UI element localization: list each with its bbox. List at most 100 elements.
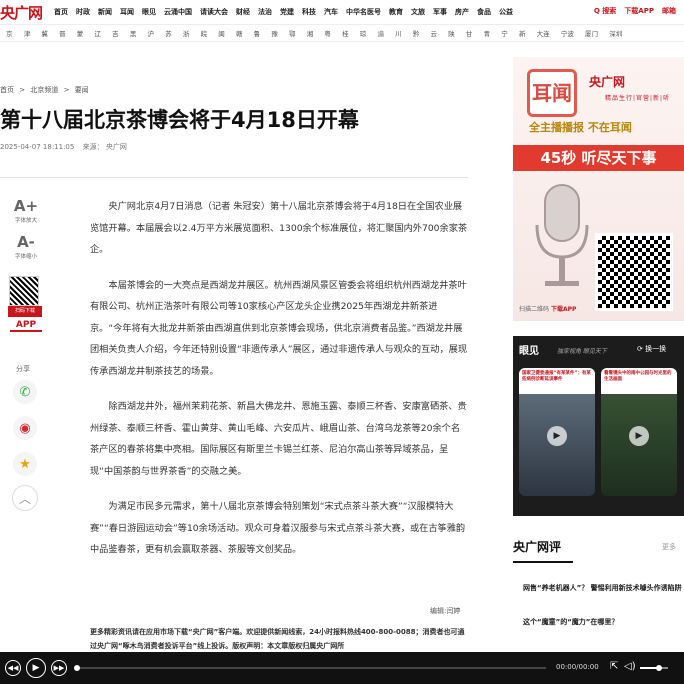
swap-button[interactable]: ⟳ 换一换 [637, 344, 666, 354]
nav-link[interactable]: 党建 [276, 7, 298, 17]
nav-link[interactable]: 请读大会 [196, 7, 232, 17]
region-link[interactable]: 厦门 [585, 28, 598, 38]
region-link[interactable]: 湘 [307, 28, 314, 38]
nav-link[interactable]: 房产 [451, 7, 473, 17]
nav-link[interactable]: 耳闻 [116, 7, 138, 17]
ad-brand-name: 央广网 [589, 75, 626, 89]
nav-link[interactable]: 食品 [473, 7, 495, 17]
region-link[interactable]: 宁 [501, 28, 508, 38]
nav-link[interactable]: 时政 [72, 7, 94, 17]
nav-link[interactable]: 眼见 [138, 7, 160, 17]
region-link[interactable]: 浙 [183, 28, 190, 38]
region-link[interactable]: 新 [519, 28, 526, 38]
region-link[interactable]: 深圳 [609, 28, 622, 38]
region-link[interactable]: 黑 [130, 28, 137, 38]
previous-icon[interactable]: ◀◀ [5, 660, 21, 676]
region-link[interactable]: 川 [395, 28, 402, 38]
region-bar: 京 津冀 晋 蒙辽 吉 黑 沪苏 浙 皖闽 赣 鲁豫 鄂 湘粤 桂 琼渝 川 黔 云陕 甘 青宁 新 大连 宁波 厦门 深圳 [0, 24, 684, 42]
font-increase-button[interactable]: A+ 字体放大 [10, 198, 42, 224]
region-link[interactable]: 甘 [466, 28, 473, 38]
region-link[interactable]: 晋 [59, 28, 66, 38]
nav-link[interactable]: 军事 [429, 7, 451, 17]
region-link[interactable]: 宁波 [561, 28, 574, 38]
video-card[interactable]: 看看镜头中的雨中公园与时光里的生活画面 ▶ [601, 368, 677, 496]
region-link[interactable]: 津 [24, 28, 31, 38]
region-link[interactable]: 豫 [271, 28, 278, 38]
breadcrumb-sep: > [19, 86, 26, 94]
search-link[interactable]: Q 搜索 [594, 6, 616, 16]
article-body: 央广网北京4月7日消息（记者 朱冠安）第十八届北京茶博会将于4月18日在全国农业… [90, 196, 468, 575]
nav-link[interactable]: 新闻 [94, 7, 116, 17]
commentary-more-link[interactable]: 更多 [662, 542, 676, 552]
region-link[interactable]: 苏 [165, 28, 172, 38]
progress-track[interactable] [74, 665, 546, 671]
region-link[interactable]: 桂 [342, 28, 349, 38]
commentary-item[interactable]: 这个“魔童”的“魔力”在哪里？ [523, 616, 683, 628]
breadcrumb-section[interactable]: 要闻 [75, 86, 89, 94]
microphone-icon [535, 184, 589, 286]
nav-link[interactable]: 中华名医号 [342, 7, 385, 17]
font-decrease-label: 字体缩小 [14, 254, 37, 260]
wechat-icon[interactable]: ✆ [13, 380, 37, 404]
download-app-link[interactable]: 下载APP [624, 6, 654, 16]
breadcrumb-home[interactable]: 首页 [0, 86, 14, 94]
nav-link[interactable]: 云涌中国 [160, 7, 196, 17]
region-link[interactable]: 粤 [324, 28, 331, 38]
share-icon[interactable]: ⇱ [610, 661, 618, 672]
volume-slider[interactable] [640, 665, 668, 671]
region-link[interactable]: 鄂 [289, 28, 296, 38]
volume-icon[interactable]: ◁) [624, 661, 636, 672]
nav-link[interactable]: 公益 [495, 7, 517, 17]
top-nav: 央广网 首页 时政 新闻 耳闻 眼见 云涌中国 请读大会 财经 法治 党建 科技 汽车 中华名医号 教育文… [0, 0, 684, 24]
region-link[interactable]: 赣 [236, 28, 243, 38]
region-link[interactable]: 琼 [360, 28, 367, 38]
audio-player-bar: ◀◀ ▶ ▶▶ 00:00/00:00 ⇱ ◁) [0, 652, 684, 684]
play-icon[interactable]: ▶ [26, 658, 46, 678]
progress-handle[interactable] [74, 665, 80, 671]
region-link[interactable]: 鲁 [254, 28, 261, 38]
region-link[interactable]: 蒙 [77, 28, 84, 38]
region-link[interactable]: 皖 [201, 28, 208, 38]
volume-handle[interactable] [656, 665, 662, 671]
next-icon[interactable]: ▶▶ [51, 660, 67, 676]
region-link[interactable]: 沪 [148, 28, 155, 38]
region-link[interactable]: 京 [6, 28, 13, 38]
nav-link[interactable]: 法治 [254, 7, 276, 17]
nav-link[interactable]: 财经 [232, 7, 254, 17]
region-link[interactable]: 闽 [218, 28, 225, 38]
qr-download-label[interactable]: 扫码下载 [8, 306, 42, 317]
region-link[interactable]: 辽 [94, 28, 101, 38]
region-link[interactable]: 青 [484, 28, 491, 38]
video-card[interactable]: 国家卫健委通报“有某某件”：有某些病例诊断延误事件 ▶ [519, 368, 595, 496]
nav-link[interactable]: 首页 [50, 7, 72, 17]
nav-link[interactable]: 文旅 [407, 7, 429, 17]
region-link[interactable]: 大连 [537, 28, 550, 38]
app-badge[interactable]: APP [10, 320, 42, 332]
region-link[interactable]: 黔 [413, 28, 420, 38]
region-link[interactable]: 渝 [377, 28, 384, 38]
region-link[interactable]: 云 [431, 28, 438, 38]
ad-brand-mark: 耳闻 [527, 69, 577, 117]
star-icon[interactable]: ★ [13, 452, 37, 476]
weibo-icon[interactable]: ◉ [13, 416, 37, 440]
qr-code-icon[interactable] [9, 276, 39, 306]
commentary-item[interactable]: 网售“养老机器人”？ 警惕利用新技术噱头作诱陷阱 [523, 582, 683, 594]
play-icon[interactable]: ▶ [629, 426, 649, 446]
play-icon[interactable]: ▶ [547, 426, 567, 446]
nav-right: Q 搜索 下载APP 邮箱 [594, 6, 676, 16]
back-to-top-icon[interactable]: ︿ [12, 485, 38, 511]
nav-link[interactable]: 教育 [385, 7, 407, 17]
swap-label: 换一换 [645, 345, 667, 353]
font-decrease-button[interactable]: A- 字体缩小 [10, 234, 42, 260]
article-paragraph: 本届茶博会的一大亮点是西湖龙井展区。杭州西湖风景区管委会将组织杭州西湖龙井茶叶有… [90, 279, 468, 377]
breadcrumb: 首页 > 北京频道 > 要闻 [0, 85, 92, 95]
breadcrumb-channel[interactable]: 北京频道 [30, 86, 58, 94]
mail-link[interactable]: 邮箱 [662, 6, 676, 16]
region-link[interactable]: 陕 [448, 28, 455, 38]
region-link[interactable]: 冀 [41, 28, 48, 38]
nav-link[interactable]: 科技 [298, 7, 320, 17]
site-logo[interactable]: 央广网 [0, 2, 46, 22]
app-ad-banner[interactable]: 耳闻 央广网 精品生行|官营|新|听 全主播播报 不在耳闻 45秒 听尽天下事 … [513, 57, 684, 321]
nav-link[interactable]: 汽车 [320, 7, 342, 17]
region-link[interactable]: 吉 [112, 28, 119, 38]
